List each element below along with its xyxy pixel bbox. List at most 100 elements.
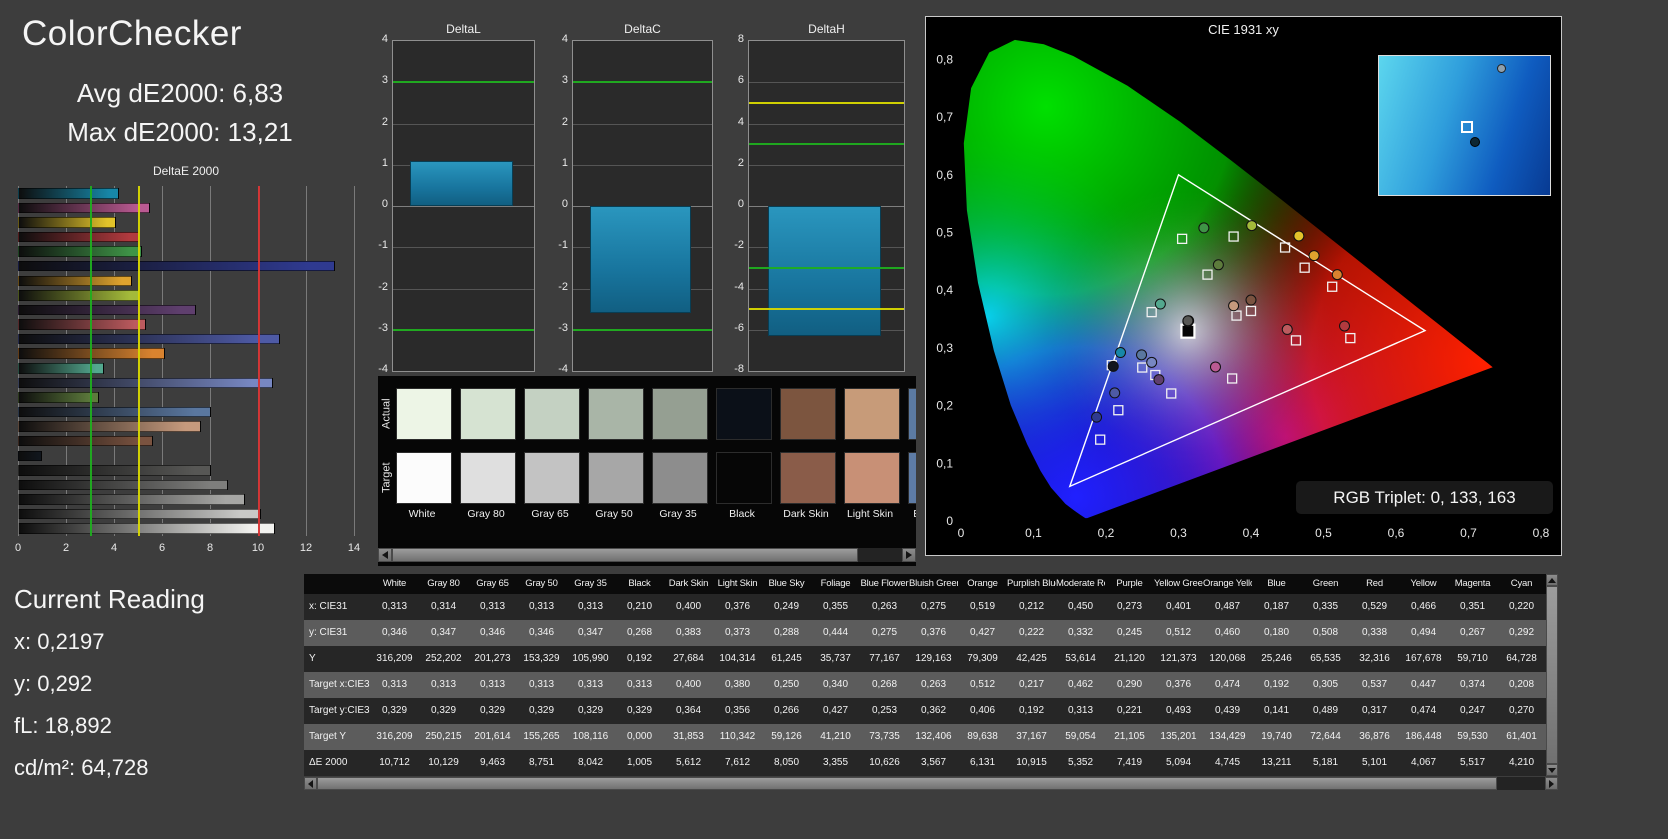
bar-dark-skin [18,435,153,447]
cie-zoom-inset [1378,55,1551,196]
measured-point-bluish-green [1154,298,1166,310]
reference-line [573,328,712,331]
table-cell: 316,209 [376,731,413,742]
column-header-magenta: Magenta [1454,578,1491,589]
table-vscroll-thumb[interactable] [1546,586,1558,764]
reference-line [258,186,260,536]
bar-blue-sky [18,406,212,418]
table-cell: 0,356 [724,705,751,716]
table-cell: 8,042 [577,757,604,768]
y-tick-label: 0,6 [936,168,953,182]
actual-swatch-gray-80 [460,388,516,440]
table-cell: 0,380 [724,679,751,690]
target-swatch-gray-35 [652,452,708,504]
table-cell: 0,249 [773,601,800,612]
left-arrow-icon [308,779,313,788]
table-cell: 27,684 [673,653,704,664]
table-cell: 0,000 [626,731,653,742]
table-cell: 0,364 [675,705,702,716]
y-tick-label: 0,5 [936,226,953,240]
column-header-blue: Blue [1267,578,1286,589]
bar-yellow-green [18,290,141,301]
table-cell: 155,265 [523,731,560,742]
axis-tick-label: -1 [378,239,388,252]
table-cell: 8,050 [773,757,800,768]
target-swatch-gray-80 [460,452,516,504]
swatch-scroll-thumb[interactable] [392,548,858,562]
table-cell: 0,329 [626,705,653,716]
measured-point-orange-yellow [1308,250,1320,262]
row-label: x: CIE31 [309,601,348,612]
table-cell: 6,131 [969,757,996,768]
table-cell: 120,068 [1209,653,1246,664]
grid-line [393,288,534,290]
measured-point-dark-skin [1245,294,1257,306]
table-cell: 0,362 [920,705,947,716]
measured-point-yellow-green [1246,220,1258,232]
table-cell: 5,181 [1312,757,1339,768]
table-cell: 42,425 [1016,653,1047,664]
grid-line [393,206,534,207]
delta-h-title: DeltaH [808,22,845,36]
scroll-left-button[interactable] [378,548,392,562]
table-scroll-right-button[interactable] [1545,777,1558,790]
swatch-scrollbar[interactable] [378,548,916,562]
bar-orange-yellow [18,275,132,287]
table-cell: 73,735 [869,731,900,742]
reference-line [749,308,904,311]
axis-tick-label: 2 [381,115,388,128]
axis-tick-label: 6 [158,542,166,554]
bar-red [18,231,141,243]
x-tick-label: 0,6 [1388,526,1405,540]
table-cell: 186,448 [1405,731,1442,742]
axis-tick-label: -4 [734,280,744,293]
table-cell: 0,439 [1214,705,1241,716]
table-cell: 108,116 [572,731,609,742]
table-cell: 61,245 [771,653,802,664]
table-cell: 0,313 [528,679,555,690]
scroll-down-button[interactable] [1546,764,1558,776]
axis-tick-label: -4 [378,363,388,375]
reference-line [749,143,904,146]
table-cell: 0,347 [577,627,604,638]
table-cell: 0,275 [920,601,947,612]
table-vertical-scrollbar[interactable] [1546,574,1558,776]
bar-yellow [18,217,116,228]
swatch-name: Blue Sky [904,508,916,520]
table-cell: 5,101 [1361,757,1388,768]
scroll-right-button[interactable] [902,548,916,562]
bar-foliage [18,392,99,403]
table-cell: 35,737 [820,653,851,664]
actual-swatch-white [396,388,452,440]
table-cell: 59,710 [1457,653,1488,664]
table-cell: 0,329 [479,705,506,716]
down-arrow-icon [1548,767,1556,773]
target-swatch-black [716,452,772,504]
table-cell: 0,355 [822,601,849,612]
table-cell: 0,383 [675,627,702,638]
table-scroll-left-button[interactable] [304,777,317,790]
axis-tick-label: -4 [558,363,568,375]
measured-point-yellow [1293,230,1305,242]
y-tick-label: 0,8 [936,52,953,66]
table-cell: 7,612 [724,757,751,768]
table-cell: 134,429 [1209,731,1246,742]
table-cell: 0,268 [626,627,653,638]
current-fl-readout: fL: 18,892 [14,713,112,738]
axis-tick-label: 0 [14,542,22,554]
bar-magenta [18,202,151,214]
bar-black [18,450,43,462]
table-cell: 0,335 [1312,601,1339,612]
table-cell: 0,400 [675,679,702,690]
table-cell: 4,067 [1410,757,1437,768]
table-cell: 0,187 [1263,601,1290,612]
current-x-readout: x: 0,2197 [14,629,105,654]
y-tick-label: 0 [946,514,953,528]
scroll-up-button[interactable] [1546,574,1558,586]
table-horizontal-scrollbar[interactable] [304,777,1558,790]
table-hscroll-thumb[interactable] [317,777,1497,790]
actual-row-label: Actual [380,398,393,430]
table-cell: 0,313 [528,601,555,612]
grid-line [393,247,534,249]
table-cell: 0,489 [1312,705,1339,716]
